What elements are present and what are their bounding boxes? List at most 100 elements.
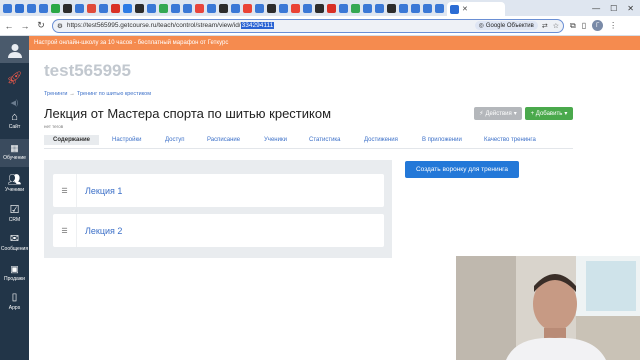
browser-tab-favicon-icon[interactable] <box>219 3 228 13</box>
home-icon: ⌂ <box>11 110 18 123</box>
browser-tab-favicon-icon[interactable] <box>339 3 348 13</box>
browser-tab-favicon-icon[interactable] <box>75 3 84 13</box>
user-avatar-icon <box>7 43 22 58</box>
tab-settings[interactable]: Настройки <box>112 137 141 143</box>
sidebar-item-launch[interactable]: 🚀︎ <box>0 70 29 84</box>
url-bar[interactable]: ⚙ https://test565995.getcourse.ru/teach/… <box>52 18 564 33</box>
forward-icon[interactable]: → <box>20 21 30 31</box>
training-tabs: Содержание Настройки Доступ Расписание У… <box>44 135 573 149</box>
browser-tab-active[interactable]: ✕ <box>447 2 505 16</box>
sidebar-item-users[interactable]: 👥︎ Ученики <box>0 173 29 193</box>
sidebar-item-collapse[interactable]: ◀) <box>0 96 29 110</box>
webcam-person-image <box>456 256 640 360</box>
menu-kebab-icon[interactable]: ⋮ <box>609 21 617 30</box>
sidebar-item-sales[interactable]: ▣ Продажи <box>0 262 29 282</box>
browser-tab-favicon-icon[interactable] <box>135 3 144 13</box>
sidebar-item-crm[interactable]: ☑ CRM <box>0 203 29 223</box>
browser-tab-favicon-icon[interactable] <box>327 3 336 13</box>
lesson-title[interactable]: Лекция 2 <box>77 226 122 236</box>
browser-tab-favicon-icon[interactable] <box>159 3 168 13</box>
browser-tab-favicon-icon[interactable] <box>111 3 120 13</box>
drag-handle-icon[interactable]: ☰ <box>53 214 77 247</box>
browser-tab-favicon-icon[interactable] <box>39 3 48 13</box>
browser-tab-favicon-icon[interactable] <box>243 3 252 13</box>
browser-tab-favicon-icon[interactable] <box>435 3 444 13</box>
browser-tab-favicon-icon[interactable] <box>171 3 180 13</box>
money-icon: ▣ <box>10 263 19 274</box>
tab-access[interactable]: Доступ <box>165 137 185 143</box>
reload-icon[interactable]: ↻ <box>36 20 46 31</box>
browser-tab-favicon-icon[interactable] <box>351 3 360 13</box>
tab-in-app[interactable]: В приложении <box>422 137 462 143</box>
browser-tab-favicon-icon[interactable] <box>51 3 60 13</box>
omnibox-icons: ⇄ ☆ <box>542 22 559 30</box>
tab-schedule[interactable]: Расписание <box>207 137 240 143</box>
breadcrumb-trainings[interactable]: Тренинги <box>44 91 67 97</box>
lesson-title[interactable]: Лекция 1 <box>77 186 122 196</box>
sidebar-item-apps[interactable]: ▯ Apps <box>0 291 29 312</box>
create-funnel-button[interactable]: Создать воронку для тренинга <box>405 161 519 178</box>
site-info-icon[interactable]: ⚙ <box>57 22 63 30</box>
tab-close-icon[interactable]: ✕ <box>462 5 468 13</box>
browser-tab-favicon-icon[interactable] <box>207 3 216 13</box>
close-window-icon[interactable]: ✕ <box>627 4 634 13</box>
user-avatar[interactable] <box>0 36 29 63</box>
translate-icon[interactable]: ⇄ <box>542 22 548 30</box>
actions-button[interactable]: ⚡︎ Действия ▾ <box>474 107 522 120</box>
browser-tab-favicon-icon[interactable] <box>99 3 108 13</box>
volume-icon: ◀) <box>10 99 19 107</box>
tab-students[interactable]: Ученики <box>264 137 287 143</box>
promo-banner[interactable]: Настрой онлайн-школу за 10 часов - беспл… <box>29 36 640 50</box>
sidebar-item-site[interactable]: ⌂ Сайт <box>0 110 29 130</box>
users-icon: 👥︎ <box>7 173 22 186</box>
sidebar-item-label: Apps <box>8 305 21 311</box>
browser-tab-strip: ✕ — ☐ ✕ <box>0 0 640 16</box>
list-item[interactable]: ☰ Лекция 1 <box>53 174 384 207</box>
sidepanel-icon[interactable]: ▯ <box>582 21 586 30</box>
browser-tab-favicon-icon[interactable] <box>3 3 12 13</box>
list-item[interactable]: ☰ Лекция 2 <box>53 214 384 247</box>
extensions-icon[interactable]: ⧉ <box>570 21 576 31</box>
browser-tab-favicon-icon[interactable] <box>363 3 372 13</box>
browser-tab-favicon-icon[interactable] <box>375 3 384 13</box>
tab-content[interactable]: Содержание <box>44 135 99 145</box>
tab-quality[interactable]: Качество тренинга <box>484 137 536 143</box>
back-icon[interactable]: ← <box>4 21 14 31</box>
browser-tab-favicon-icon[interactable] <box>387 3 396 13</box>
browser-tab-favicon-icon[interactable] <box>411 3 420 13</box>
browser-tab-favicon-icon[interactable] <box>291 3 300 13</box>
browser-tab-favicon-icon[interactable] <box>183 3 192 13</box>
bookmark-star-icon[interactable]: ☆ <box>553 22 559 30</box>
breadcrumb-training[interactable]: Тренинг по шитью крестиком <box>77 91 151 97</box>
tab-statistics[interactable]: Статистика <box>309 137 341 143</box>
sidebar-item-messages[interactable]: ✉ Сообщения <box>0 232 29 252</box>
browser-tab-favicon-icon[interactable] <box>231 3 240 13</box>
browser-tab-favicon-icon[interactable] <box>195 3 204 13</box>
browser-tab-favicon-icon[interactable] <box>423 3 432 13</box>
browser-tab-favicon-icon[interactable] <box>123 3 132 13</box>
browser-tab-favicon-icon[interactable] <box>87 3 96 13</box>
browser-tab-favicon-icon[interactable] <box>303 3 312 13</box>
browser-tab-favicon-icon[interactable] <box>147 3 156 13</box>
browser-tab-favicon-icon[interactable] <box>315 3 324 13</box>
google-lens-button[interactable]: ◎ Google Объектив <box>474 21 538 30</box>
browser-tab-favicon-icon[interactable] <box>267 3 276 13</box>
lens-icon: ◎ <box>478 23 484 29</box>
browser-tab-favicon-icon[interactable] <box>255 3 264 13</box>
browser-tab-favicon-icon[interactable] <box>279 3 288 13</box>
browser-tab-favicon-icon[interactable] <box>27 3 36 13</box>
sidebar-item-learning[interactable]: ▦ Обучение <box>0 139 29 167</box>
create-funnel-label: Создать воронку для тренинга <box>415 166 509 173</box>
maximize-icon[interactable]: ☐ <box>610 4 617 13</box>
browser-tab-favicon-icon[interactable] <box>399 3 408 13</box>
sidebar-item-label: Обучение <box>3 155 26 161</box>
url-selected: 334294111 <box>240 22 275 29</box>
drag-handle-icon[interactable]: ☰ <box>53 174 77 207</box>
browser-tab-favicon-icon[interactable] <box>63 3 72 13</box>
profile-avatar[interactable]: Г <box>592 20 604 31</box>
minimize-icon[interactable]: — <box>592 4 600 13</box>
breadcrumb-separator: → <box>69 91 75 97</box>
add-button[interactable]: + Добавить ▾ <box>525 107 573 120</box>
tab-achievements[interactable]: Достижения <box>364 137 398 143</box>
browser-tab-favicon-icon[interactable] <box>15 3 24 13</box>
